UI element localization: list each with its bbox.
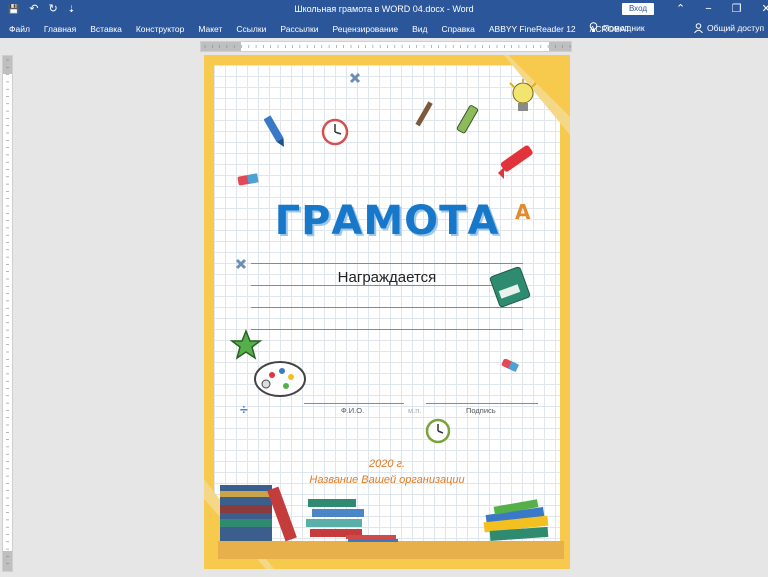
- tab-insert[interactable]: Вставка: [90, 24, 122, 34]
- paint-palette-icon: [254, 361, 306, 397]
- clock-icon-2: [425, 418, 451, 444]
- tab-references[interactable]: Ссылки: [236, 24, 266, 34]
- restore-button[interactable]: ❐: [732, 2, 742, 16]
- share-button[interactable]: Общий доступ: [694, 23, 764, 33]
- minimize-button[interactable]: −: [705, 2, 711, 16]
- name-signature-line[interactable]: [304, 403, 404, 404]
- horizontal-ruler[interactable]: [200, 41, 572, 52]
- notebook-icon: [489, 266, 531, 308]
- close-button[interactable]: ✕: [762, 2, 768, 16]
- tab-mailings[interactable]: Рассылки: [280, 24, 318, 34]
- tab-design[interactable]: Конструктор: [136, 24, 184, 34]
- red-marker-icon: [498, 145, 533, 179]
- certificate-title: ГРАМОТА: [274, 198, 500, 244]
- signature-line[interactable]: [426, 403, 538, 404]
- tab-file[interactable]: Файл: [9, 24, 30, 34]
- stamp-label: м.п.: [408, 406, 422, 415]
- lightbulb-icon: [589, 22, 598, 32]
- recipient-line-3[interactable]: [251, 307, 523, 308]
- tab-layout[interactable]: Макет: [198, 24, 222, 34]
- certificate-year: 2020 г.: [368, 458, 405, 470]
- recipient-line-2[interactable]: [251, 285, 523, 286]
- recipient-line-4[interactable]: [251, 329, 523, 330]
- tab-help[interactable]: Справка: [442, 24, 475, 34]
- tell-me-search[interactable]: Помощник: [589, 22, 645, 33]
- marker-icon: [456, 105, 479, 134]
- tell-me-label: Помощник: [603, 22, 645, 33]
- person-icon: [694, 23, 703, 33]
- recipient-line-1[interactable]: [251, 263, 523, 264]
- pen-icon: [415, 101, 433, 127]
- light-bulb-icon: [509, 79, 537, 111]
- books-shelf-illustration: [218, 485, 564, 559]
- divide-sign-icon: ÷: [240, 401, 248, 417]
- share-label: Общий доступ: [707, 23, 765, 33]
- crayon-icon: [264, 115, 284, 147]
- signature-label: Подпись: [466, 406, 496, 415]
- collapse-ribbon-icon[interactable]: ⌃: [676, 2, 685, 16]
- signin-button[interactable]: Вход: [622, 3, 654, 15]
- fio-label: Ф.И.О.: [341, 406, 365, 415]
- ruler-ticks-vertical: [6, 59, 9, 565]
- eraser-icon-2: [501, 359, 519, 373]
- tab-review[interactable]: Рецензирование: [332, 24, 398, 34]
- title-bar: 💾 ↶ ↻ ⇣ Школьная грамота в WORD 04.docx …: [0, 0, 768, 19]
- tab-home[interactable]: Главная: [44, 24, 76, 34]
- eraser-icon: [237, 173, 259, 186]
- vertical-ruler[interactable]: [2, 55, 13, 572]
- tab-abbyy[interactable]: ABBYY FineReader 12: [489, 24, 576, 34]
- cross-icon: [349, 72, 361, 84]
- ribbon-tabs-bar: Файл Главная Вставка Конструктор Макет С…: [0, 19, 768, 38]
- ruler-ticks: [204, 45, 571, 48]
- document-page[interactable]: A ГРАМОТА Награждается ÷ Ф.И.О. м.п. Под…: [204, 55, 570, 569]
- tab-view[interactable]: Вид: [412, 24, 427, 34]
- clock-icon: [321, 118, 349, 146]
- cross-icon-2: [235, 258, 247, 270]
